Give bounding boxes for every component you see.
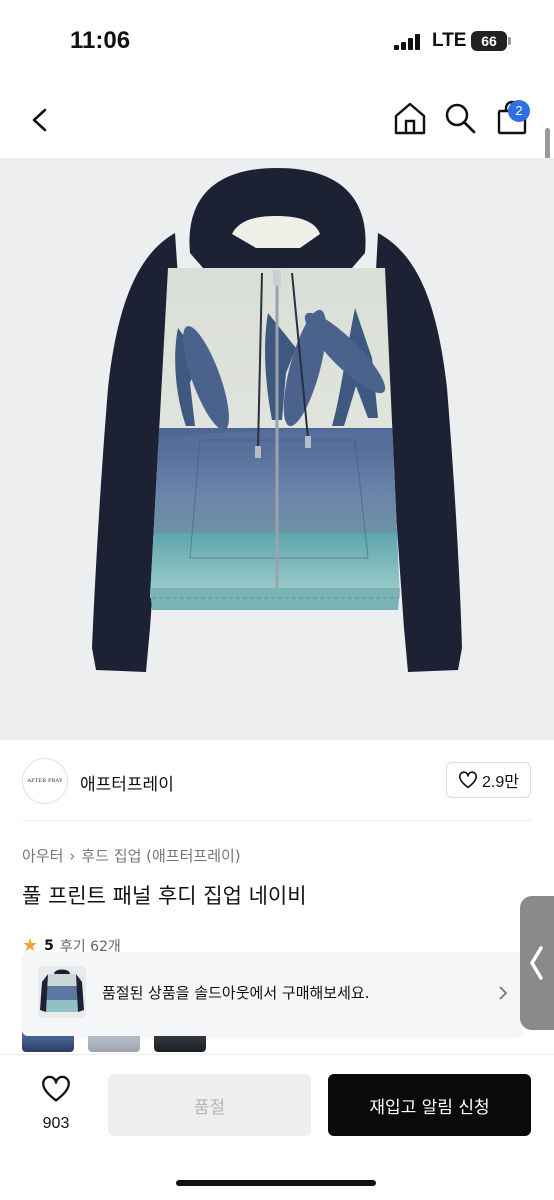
chevron-right-icon: › xyxy=(69,846,76,865)
soldout-banner-text: 품절된 상품을 솔드아웃에서 구매해보세요. xyxy=(102,984,370,1002)
banner-product-thumbnail xyxy=(38,966,86,1018)
hoodie-illustration xyxy=(92,168,462,672)
breadcrumb-subcategory[interactable]: 후드 집업 (애프터프레이) xyxy=(81,845,240,866)
bag-count-badge: 2 xyxy=(508,100,530,122)
home-icon[interactable] xyxy=(392,100,428,136)
wishlist-count: 903 xyxy=(42,1115,70,1132)
heart-icon xyxy=(42,1075,70,1102)
status-bar: 11:06 LTE 66 xyxy=(0,0,554,80)
bottom-action-bar: 903 품절 재입고 알림 신청 xyxy=(0,1054,554,1200)
restock-alert-button[interactable]: 재입고 알림 신청 xyxy=(328,1074,531,1136)
soldout-banner[interactable]: 품절된 상품을 솔드아웃에서 구매해보세요. xyxy=(22,952,522,1036)
brand-logo[interactable]: AFTER PRAY xyxy=(22,758,68,804)
brand-row[interactable]: AFTER PRAY 애프터프레이 2.9만 xyxy=(0,752,554,810)
home-indicator xyxy=(176,1180,376,1186)
divider xyxy=(22,820,532,821)
product-title: 풀 프린트 패널 후디 집업 네이비 xyxy=(22,884,307,908)
wishlist-button[interactable]: 903 xyxy=(30,1075,82,1139)
battery-icon: 66 xyxy=(471,31,507,51)
brand-like-count: 2.9만 xyxy=(482,774,519,791)
breadcrumb: 아우터 › 후드 집업 (애프터프레이) xyxy=(22,845,241,866)
battery-tip xyxy=(508,37,511,45)
search-icon[interactable] xyxy=(442,100,478,136)
product-image[interactable] xyxy=(0,158,554,740)
heart-icon xyxy=(459,771,478,789)
brand-name[interactable]: 애프터프레이 xyxy=(80,770,174,795)
back-icon[interactable] xyxy=(22,102,58,138)
chevron-left-icon xyxy=(530,946,543,980)
brand-like-button[interactable]: 2.9만 xyxy=(446,762,531,798)
breadcrumb-category[interactable]: 아우터 xyxy=(22,845,63,866)
network-label: LTE xyxy=(432,30,467,51)
chevron-right-icon xyxy=(499,986,508,1000)
status-time: 11:06 xyxy=(70,27,131,54)
nav-bar xyxy=(0,80,554,158)
signal-icon xyxy=(394,34,422,50)
soldout-button: 품절 xyxy=(108,1074,311,1136)
